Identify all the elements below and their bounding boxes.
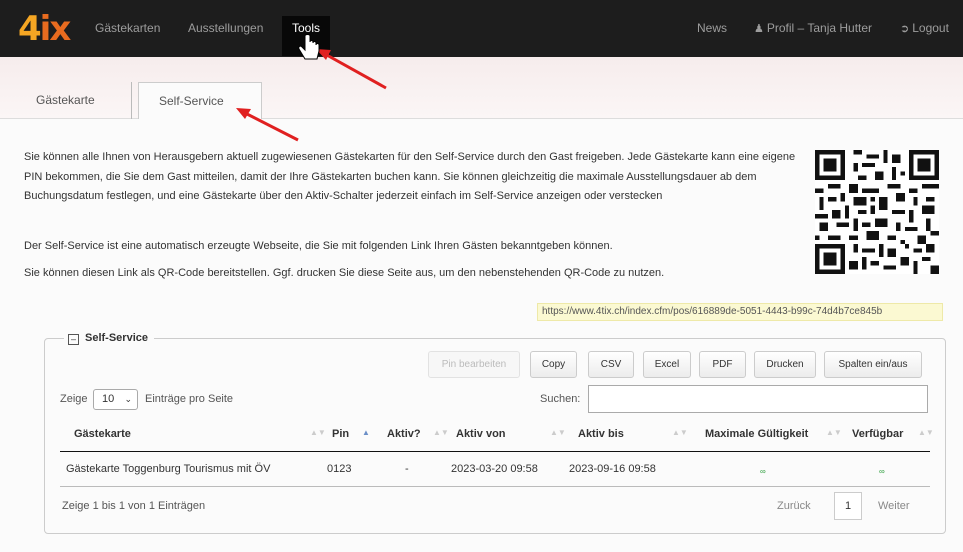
self-service-link[interactable]: https://www.4tix.ch/index.cfm/pos/616889… [537,303,943,321]
cell-verfuegbar: ∞ [879,467,885,476]
cell-max-gueltigkeit: ∞ [760,467,766,476]
search-input[interactable] [588,385,928,413]
sort-icon: ▲▼ [433,428,449,437]
page-size-select[interactable]: 10 ⌄ [93,389,138,410]
logout-icon: ➲ [900,23,910,35]
nav-news[interactable]: News [697,20,727,36]
tab-self-service[interactable]: Self-Service [138,82,262,119]
col-verfuegbar[interactable]: Verfügbar [852,427,903,441]
col-max-gueltigkeit[interactable]: Maximale Gültigkeit [705,427,808,441]
col-pin[interactable]: Pin [332,427,349,441]
col-aktiv-bis[interactable]: Aktiv bis [578,427,624,441]
nav-tools[interactable]: Tools [282,16,331,56]
col-aktiv[interactable]: Aktiv? [387,427,421,441]
logo[interactable]: 4ix [18,12,71,46]
csv-button[interactable]: CSV [588,351,634,378]
excel-button[interactable]: Excel [643,351,691,378]
intro-paragraph-2: Der Self-Service ist eine automatisch er… [24,240,613,252]
tab-gaestekarte[interactable]: Gästekarte [22,82,132,119]
nav-gaestekarten[interactable]: Gästekarten [95,20,160,36]
search-label: Suchen: [540,393,581,405]
pagination-previous[interactable]: Zurück [777,498,811,514]
col-aktiv-von[interactable]: Aktiv von [456,427,506,441]
sort-icon: ▲▼ [550,428,566,437]
copy-button[interactable]: Copy [530,351,577,378]
pin-bearbeiten-button[interactable]: Pin bearbeiten [428,351,520,378]
pdf-button[interactable]: PDF [699,351,746,378]
sort-icon: ▲▼ [918,428,934,437]
table-row-divider [60,486,930,487]
cell-gaestekarte: Gästekarte Toggenburg Tourismus mit ÖV [66,463,271,475]
sort-asc-icon: ▲ [362,428,370,437]
nav-ausstellungen[interactable]: Ausstellungen [188,20,263,36]
table-info: Zeige 1 bis 1 von 1 Einträgen [62,500,206,512]
sort-icon: ▲▼ [672,428,688,437]
cell-pin: 0123 [327,463,352,475]
collapse-icon[interactable]: – [68,334,79,345]
pagination-current-page[interactable]: 1 [834,492,862,520]
cell-aktiv[interactable]: - [405,462,409,476]
sort-icon: ▲▼ [826,428,842,437]
panel-legend[interactable]: – Self-Service [64,330,154,346]
user-icon: ♟ [754,23,764,35]
intro-paragraph-3: Sie können diesen Link als QR-Code berei… [24,267,665,279]
cell-aktiv-bis: 2023-09-16 09:58 [569,463,656,475]
chevron-down-icon: ⌄ [124,394,132,404]
qr-code [815,150,939,274]
nav-profile[interactable]: ♟ Profil – Tanja Hutter [754,20,872,37]
cell-aktiv-von: 2023-03-20 09:58 [451,463,538,475]
col-gaestekarte[interactable]: Gästekarte [74,427,131,441]
zeige-label: Zeige [60,393,88,405]
pagination-next[interactable]: Weiter [878,498,910,514]
nav-logout[interactable]: ➲ Logout [900,20,949,37]
drucken-button[interactable]: Drucken [754,351,816,378]
spalten-button[interactable]: Spalten ein/aus [824,351,922,378]
sort-icon: ▲▼ [310,428,326,437]
eintraege-label: Einträge pro Seite [145,393,234,405]
table-header-divider [60,451,930,452]
intro-paragraph-1: Sie können alle Ihnen von Herausgebern a… [24,151,796,202]
